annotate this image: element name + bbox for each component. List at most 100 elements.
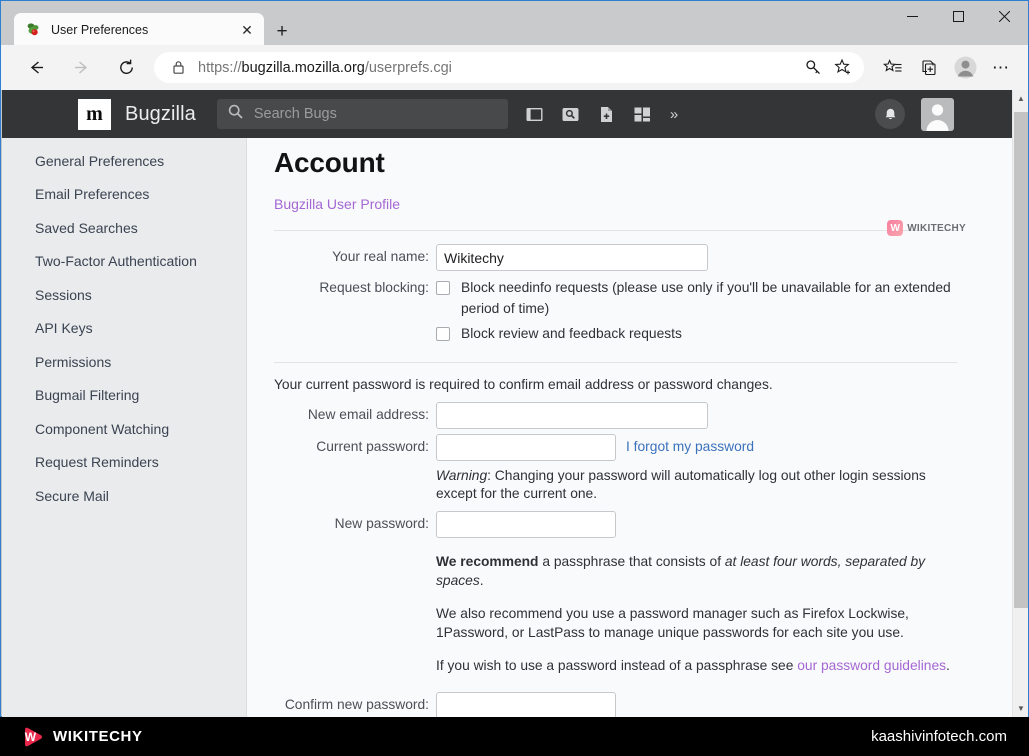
sidebar-item-permissions[interactable]: Permissions xyxy=(2,345,246,379)
password-guidelines-note: If you wish to use a password instead of… xyxy=(436,656,956,675)
recommend-strong: We recommend xyxy=(436,554,539,569)
browser-navigation-bar: https://bugzilla.mozilla.org/userprefs.c… xyxy=(1,45,1028,90)
sidebar-item-bugmail-filtering[interactable]: Bugmail Filtering xyxy=(2,379,246,413)
search-icon xyxy=(228,104,243,124)
request-blocking-row: Request blocking: Block needinfo request… xyxy=(274,275,957,344)
wikitechy-footer-bar: W WIKITECHY kaashivinfotech.com xyxy=(0,717,1029,756)
page-title: Account xyxy=(274,147,957,179)
bugzilla-site-header: m Bugzilla Search Bugs xyxy=(2,90,1012,138)
kaashivinfotech-footer-site: kaashivinfotech.com xyxy=(871,728,1007,745)
favorite-star-icon[interactable] xyxy=(828,54,858,82)
page-viewport: m Bugzilla Search Bugs xyxy=(2,90,1028,717)
confirm-password-label: Confirm new password: xyxy=(274,692,429,712)
scroll-down-arrow-icon[interactable]: ▼ xyxy=(1013,700,1028,717)
new-password-input[interactable] xyxy=(436,511,616,538)
browser-window: User Preferences ✕ + xyxy=(0,0,1029,717)
sidebar-item-email-preferences[interactable]: Email Preferences xyxy=(2,178,246,212)
scroll-up-arrow-icon[interactable]: ▲ xyxy=(1013,90,1028,107)
key-icon[interactable] xyxy=(798,54,828,82)
advanced-search-icon[interactable] xyxy=(561,105,580,124)
bugzilla-user-profile-link[interactable]: Bugzilla User Profile xyxy=(274,196,400,212)
settings-more-icon[interactable]: ⋯ xyxy=(984,51,1018,85)
profile-icon[interactable] xyxy=(948,51,982,85)
password-requirement-note: Your current password is required to con… xyxy=(274,377,957,392)
sidebar-item-api-keys[interactable]: API Keys xyxy=(2,312,246,346)
block-review-label: Block review and feedback requests xyxy=(461,321,682,344)
forgot-password-link[interactable]: I forgot my password xyxy=(626,434,754,454)
mozilla-logo[interactable]: m xyxy=(78,99,111,130)
password-guidelines-link[interactable]: our password guidelines xyxy=(797,658,946,673)
block-needinfo-label: Block needinfo requests (please use only… xyxy=(461,275,957,319)
collections-icon[interactable] xyxy=(912,51,946,85)
browser-tab-title: User Preferences xyxy=(51,23,238,37)
bugzilla-brand-title[interactable]: Bugzilla xyxy=(125,103,196,126)
wikitechy-watermark-logo: W xyxy=(887,220,903,236)
current-password-input[interactable] xyxy=(436,434,616,461)
confirm-password-row: Confirm new password: xyxy=(274,692,957,717)
lock-icon xyxy=(169,60,187,75)
warning-prefix: Warning xyxy=(436,468,487,483)
guidelines-prefix: If you wish to use a password instead of… xyxy=(436,658,797,673)
passphrase-recommendation: We recommend a passphrase that consists … xyxy=(436,552,936,590)
favorites-list-icon[interactable] xyxy=(876,51,910,85)
close-tab-icon[interactable]: ✕ xyxy=(238,21,256,39)
request-blocking-label: Request blocking: xyxy=(274,275,429,295)
real-name-row: Your real name: xyxy=(274,244,957,271)
page-vertical-scrollbar[interactable]: ▲ ▼ xyxy=(1012,90,1028,717)
sidebar-item-component-watching[interactable]: Component Watching xyxy=(2,412,246,446)
confirm-password-input[interactable] xyxy=(436,692,616,717)
new-email-label: New email address: xyxy=(274,402,429,422)
wikitechy-watermark-text: WIKITECHY xyxy=(907,223,966,234)
browser-tab-strip: User Preferences ✕ + xyxy=(1,1,1028,45)
forward-arrow-icon xyxy=(64,51,98,85)
block-needinfo-checkbox[interactable] xyxy=(436,281,450,295)
new-email-input[interactable] xyxy=(436,402,708,429)
recommend-mid: a passphrase that consists of xyxy=(539,554,725,569)
bugzilla-favicon-icon xyxy=(25,21,42,38)
wikitechy-watermark: W WIKITECHY xyxy=(887,220,966,236)
address-bar[interactable]: https://bugzilla.mozilla.org/userprefs.c… xyxy=(154,52,864,83)
url-path: /userprefs.cgi xyxy=(365,60,452,76)
url-host: bugzilla.mozilla.org xyxy=(242,60,365,76)
notifications-bell-icon[interactable] xyxy=(875,99,905,129)
wikitechy-footer-brand: WIKITECHY xyxy=(53,728,143,745)
recommend-end: . xyxy=(480,573,484,588)
sidebar-item-saved-searches[interactable]: Saved Searches xyxy=(2,211,246,245)
back-arrow-icon[interactable] xyxy=(19,51,53,85)
preferences-sidebar: General Preferences Email Preferences Sa… xyxy=(2,138,247,717)
current-password-label: Current password: xyxy=(274,434,429,454)
sidebar-panel-icon[interactable] xyxy=(525,105,544,124)
address-bar-url: https://bugzilla.mozilla.org/userprefs.c… xyxy=(198,60,798,76)
window-minimize-button[interactable] xyxy=(889,1,935,31)
password-manager-recommendation: We also recommend you use a password man… xyxy=(436,604,921,642)
sidebar-item-sessions[interactable]: Sessions xyxy=(2,278,246,312)
new-email-row: New email address: xyxy=(274,402,957,429)
user-avatar-icon[interactable] xyxy=(921,98,954,131)
real-name-input[interactable] xyxy=(436,244,708,271)
browser-tab[interactable]: User Preferences ✕ xyxy=(14,13,264,46)
warning-text: : Changing your password will automatica… xyxy=(436,468,926,501)
divider-middle xyxy=(274,362,957,363)
search-bugs-placeholder: Search Bugs xyxy=(254,106,337,122)
sidebar-item-secure-mail[interactable]: Secure Mail xyxy=(2,479,246,513)
new-password-label: New password: xyxy=(274,511,429,531)
window-close-button[interactable] xyxy=(981,1,1027,31)
new-bug-icon[interactable] xyxy=(597,105,616,124)
wikitechy-logo-icon: W xyxy=(22,726,44,748)
window-maximize-button[interactable] xyxy=(935,1,981,31)
sidebar-item-general-preferences[interactable]: General Preferences xyxy=(2,144,246,178)
new-password-row: New password: xyxy=(274,511,957,538)
sidebar-item-two-factor-authentication[interactable]: Two-Factor Authentication xyxy=(2,245,246,279)
sidebar-item-request-reminders[interactable]: Request Reminders xyxy=(2,446,246,480)
search-bugs-input[interactable]: Search Bugs xyxy=(217,99,508,129)
real-name-label: Your real name: xyxy=(274,244,429,264)
divider-top xyxy=(274,230,957,231)
header-overflow-icon[interactable]: » xyxy=(670,106,678,123)
current-password-row: Current password: I forgot my password xyxy=(274,434,957,461)
scrollbar-thumb[interactable] xyxy=(1014,112,1028,608)
block-review-checkbox[interactable] xyxy=(436,327,450,341)
dashboard-grid-icon[interactable] xyxy=(633,105,652,124)
new-tab-button[interactable]: + xyxy=(269,19,295,43)
reload-icon[interactable] xyxy=(109,51,143,85)
password-change-warning: Warning: Changing your password will aut… xyxy=(436,467,936,503)
